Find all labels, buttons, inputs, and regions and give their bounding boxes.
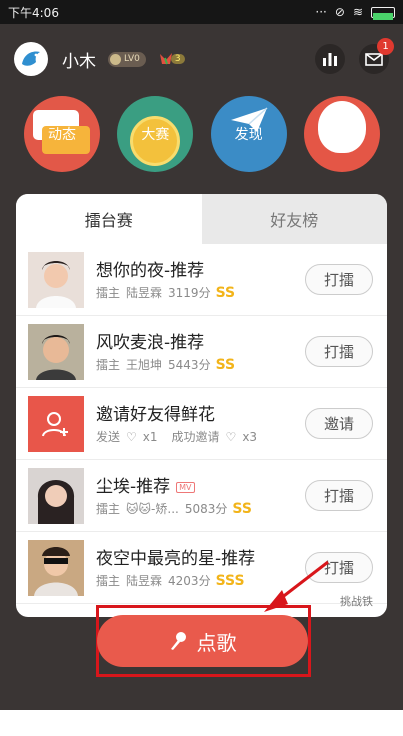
song-meta: 擂主 陆昱霖 3119分 SS [96, 284, 236, 301]
menu-label: 大赛 [141, 127, 170, 143]
song-thumbnail [28, 252, 84, 308]
menu-dongtai[interactable]: 动态 [24, 96, 100, 172]
grade-badge: SS [232, 500, 252, 517]
coin-icon [110, 53, 121, 65]
status-time: 下午4:06 [8, 5, 59, 20]
username[interactable]: 小木 [62, 47, 96, 72]
microphone-icon [170, 632, 186, 650]
list-item[interactable]: 邀请好友得鲜花 发送 ♡ x1 成功邀请 ♡ x3 邀请 [16, 388, 387, 460]
menu-faxian[interactable]: 发现 [210, 96, 287, 172]
song-meta: 擂主 陆昱霖 4203分 SSS [96, 572, 245, 589]
flower-icon: ♡ [126, 429, 137, 444]
challenge-button[interactable]: 打擂 [305, 552, 373, 583]
profile-header: 小木 LV0 3 1 [14, 38, 394, 80]
challenge-button[interactable]: 打擂 [305, 480, 373, 511]
song-thumbnail [28, 324, 84, 380]
challenge-button[interactable]: 打擂 [305, 264, 373, 295]
more-dots-icon: ··· [315, 5, 327, 19]
list-item[interactable]: 夜空中最亮的星-推荐 擂主 陆昱霖 4203分 SSS 打擂 [16, 532, 387, 604]
footer-note: 挑战铁 [340, 595, 373, 608]
tab-arena[interactable]: 擂台赛 [16, 194, 202, 244]
song-title: 尘埃-推荐 MV [96, 472, 195, 497]
notification-badge: 1 [377, 38, 394, 55]
song-meta: 擂主 🐱🐱 -矫... 5083分 SS [96, 500, 252, 517]
song-title: 想你的夜-推荐 [96, 261, 205, 281]
leaderboard-panel: 擂台赛 好友榜 想你的夜-推荐 擂主 陆昱霖 3119分 SS 打擂 风吹麦浪-… [16, 194, 387, 617]
song-thumbnail [28, 540, 84, 596]
song-title: 风吹麦浪-推荐 [96, 333, 205, 353]
invite-thumbnail [28, 396, 84, 452]
level-badge: LV0 [108, 51, 146, 67]
flower-count: 3 [170, 54, 185, 64]
sync-off-icon: ⊘ [334, 5, 345, 19]
avatar[interactable] [14, 42, 48, 76]
level-text: LV0 [124, 54, 140, 64]
status-bar: 下午4:06 ··· ⊘ ≋ [0, 0, 403, 24]
mv-badge: MV [176, 481, 195, 493]
messages-button[interactable]: 1 [359, 38, 394, 74]
invite-meta: 发送 ♡ x1 成功邀请 ♡ x3 [96, 429, 258, 445]
invite-button[interactable]: 邀请 [305, 408, 373, 439]
menu-label: 发现 [234, 127, 263, 143]
song-request-button[interactable]: 点歌 [97, 615, 308, 667]
list-item[interactable]: 想你的夜-推荐 擂主 陆昱霖 3119分 SS 打擂 [16, 244, 387, 316]
menu-dasai[interactable]: 大赛 [117, 96, 194, 172]
menu-wode[interactable]: 我的 [303, 96, 380, 172]
bar-chart-icon [323, 53, 337, 66]
wifi-icon: ≋ [352, 5, 363, 19]
menu-label: 动态 [48, 127, 76, 143]
song-request-label: 点歌 [196, 630, 237, 655]
invite-title: 邀请好友得鲜花 [96, 405, 215, 425]
bird-icon [22, 51, 40, 66]
battery-icon [371, 6, 395, 20]
tab-bar: 擂台赛 好友榜 [16, 194, 387, 244]
grade-badge: SSS [215, 572, 245, 589]
add-friend-icon [42, 412, 68, 437]
mail-icon [365, 52, 383, 66]
cat-emoji-icon: 🐱🐱 [126, 501, 152, 516]
tab-friends[interactable]: 好友榜 [201, 194, 387, 244]
song-title: 夜空中最亮的星-推荐 [96, 549, 256, 569]
screen: 下午4:06 ··· ⊘ ≋ 小木 LV0 3 1 动态 大赛 发现 我的 擂台… [0, 0, 403, 736]
flower-badge: 3 [158, 52, 185, 66]
grade-badge: SS [215, 284, 236, 301]
menu-label: 我的 [327, 127, 356, 143]
list-item[interactable]: 尘埃-推荐 MV 擂主 🐱🐱 -矫... 5083分 SS 打擂 [16, 460, 387, 532]
challenge-button[interactable]: 打擂 [305, 336, 373, 367]
flower-icon: ♡ [225, 429, 237, 444]
status-icons: ··· ⊘ ≋ [315, 5, 395, 20]
list-item[interactable]: 风吹麦浪-推荐 擂主 王旭坤 5443分 SS 打擂 [16, 316, 387, 388]
song-meta: 擂主 王旭坤 5443分 SS [96, 356, 236, 373]
rank-chart-button[interactable] [315, 44, 345, 74]
song-thumbnail [28, 468, 84, 524]
main-menu: 动态 大赛 发现 我的 [24, 96, 380, 172]
grade-badge: SS [215, 356, 236, 373]
